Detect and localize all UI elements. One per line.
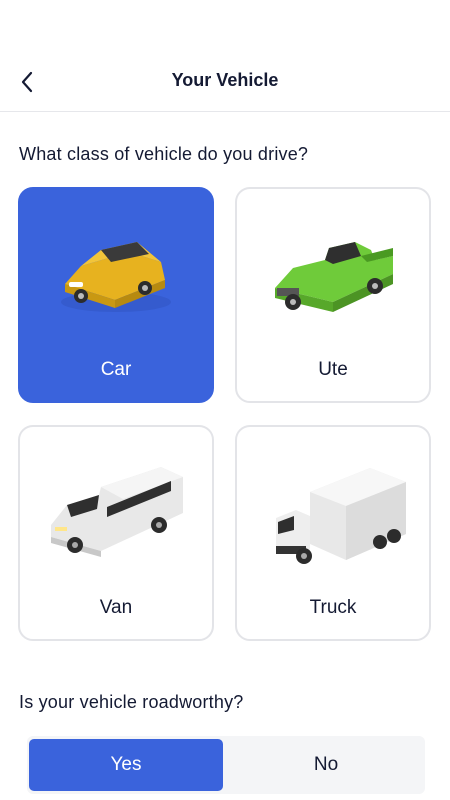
page-title: Your Vehicle xyxy=(171,70,279,90)
car-icon xyxy=(61,242,171,312)
roadworthy-toggle: Yes No xyxy=(27,736,425,794)
vehicle-option-label: Car xyxy=(100,359,132,380)
app-header: Your Vehicle xyxy=(0,50,450,112)
van-icon xyxy=(51,467,183,557)
vehicle-option-label: Ute xyxy=(318,359,348,380)
vehicle-option-van[interactable]: Van xyxy=(18,425,214,641)
vehicle-class-question: What class of vehicle do you drive? xyxy=(19,144,309,164)
vehicle-option-car[interactable]: Car xyxy=(18,187,214,403)
vehicle-option-truck[interactable]: Truck xyxy=(235,425,431,641)
vehicle-option-label: Truck xyxy=(309,597,357,618)
vehicle-option-ute[interactable]: Ute xyxy=(235,187,431,403)
vehicle-option-label: Van xyxy=(99,597,133,618)
roadworthy-yes-button[interactable]: Yes xyxy=(29,739,223,791)
roadworthy-no-button[interactable]: No xyxy=(229,739,423,791)
roadworthy-question: Is your vehicle roadworthy? xyxy=(19,692,244,712)
truck-icon xyxy=(276,468,406,564)
ute-icon xyxy=(275,242,393,312)
